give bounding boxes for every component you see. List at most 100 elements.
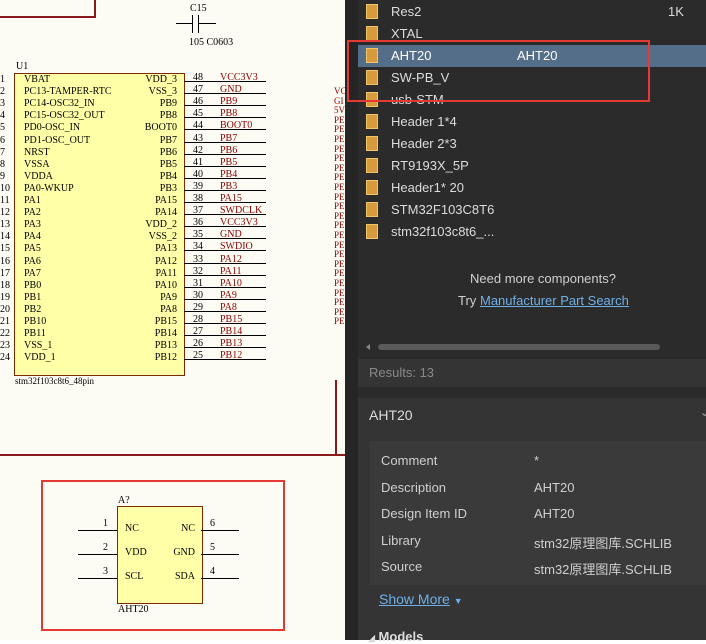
u1-pin-number: 48 [193,72,203,83]
u1-net-label: GND [220,229,242,241]
list-highlight-box [347,40,650,102]
component-list-item[interactable]: stm32f103c8t6_... [358,221,706,243]
u1-net-label: VCC3V3 [220,72,258,83]
u1-net-label: PB3 [220,180,238,192]
far-net-label: PE [334,297,345,308]
u1-pin-number: 25 [193,350,203,362]
u1-pin-number: 22 [0,328,10,340]
aht20-pin-label: GND [173,547,195,558]
u1-pin-label: VDD_1 [24,352,56,364]
aht20-name: AHT20 [118,604,149,615]
far-net-label: VC [334,86,345,96]
u1-net-label: PA11 [220,265,242,277]
u1-pin-label: PA10 [155,279,177,291]
aht20-pin-line [78,578,117,579]
caret-down-icon: ▼ [453,596,463,606]
u1-net-label: PB14 [220,326,243,338]
u1-pin-label: PA13 [155,243,177,255]
aht20-pin-label: SDA [174,571,195,582]
far-net-label: PE [334,316,345,327]
aht20-pin-number: 1 [103,518,108,529]
c15-ref: C15 [190,3,207,14]
component-name: STM32F103C8T6 [391,202,495,217]
u1-net-label: PA9 [220,289,237,301]
u1-pin-number: 43 [193,132,203,144]
u1-pin-number: 1 [0,74,5,85]
u1-pin-number: 17 [0,267,10,279]
aht20-pin-line [201,530,239,531]
aht20-pin-line [201,578,239,579]
details-title: AHT20 [369,407,413,423]
component-name: Header1* 20 [391,180,464,195]
detail-value: AHT20 [534,479,575,495]
u1-net-label: PB7 [220,132,238,144]
show-more-label: Show More [379,591,450,607]
library-component-icon [366,180,378,195]
u1-pin-label: PB2 [24,303,42,315]
u1-pin-label: NRST [24,146,50,158]
far-net-label: PE [334,230,345,240]
u1-pin-label: PA6 [24,255,41,267]
u1-pin-number: 28 [193,314,203,325]
far-net-label: PE [334,134,345,144]
far-net-label: PE [334,182,345,192]
component-list-item[interactable]: STM32F103C8T6 [358,199,706,221]
u1-pin-label: PD1-OSC_OUT [24,134,91,146]
show-more-link[interactable]: Show More ▼ [379,591,463,607]
component-comment: 1K [668,4,684,19]
aht20-pin-number: 6 [210,518,215,529]
manufacturer-part-search-link[interactable]: Manufacturer Part Search [480,293,629,308]
u1-net-label: PB15 [220,314,243,325]
far-net-label: PE [334,306,345,317]
component-list-item[interactable]: Header1* 20 [358,177,706,199]
u1-net-label: PA10 [220,277,242,289]
u1-pin-label: PD0-OSC_IN [24,122,81,134]
component-name: stm32f103c8t6_... [391,224,495,239]
u1-pin-label: PA4 [24,231,41,243]
u1-pin-number: 14 [0,231,10,243]
component-list-item[interactable]: Res2 1K [358,1,706,23]
far-net-label: PE [334,239,345,250]
library-component-icon [366,4,378,19]
details-collapse-icon[interactable]: ⌄ [700,406,706,419]
u1-pin-label: PC13-TAMPER-RTC [24,86,112,98]
u1-pin-label: VSS_1 [24,340,53,352]
scrollbar-thumb[interactable] [378,344,660,350]
u1-pin-number: 26 [193,338,203,350]
u1-pin-number: 44 [193,120,203,132]
list-horizontal-scrollbar[interactable] [358,340,706,354]
u1-pin-number: 24 [0,352,10,364]
u1-pin-label: VSS_3 [148,86,177,98]
u1-pin-label: PA3 [24,219,41,231]
component-list-item[interactable]: Header 2*3 [358,133,706,155]
far-net-label: PE [334,258,345,269]
aht20-pin-label: NC [125,523,139,534]
u1-pin-number: 34 [193,241,203,253]
u1-net-label: SWDCLK [220,205,263,217]
schematic-canvas[interactable]: C15 105 C0603 U1 1 VBAT 2 PC13-TAMPER-RTC 3 P… [0,0,345,640]
c15-symbol[interactable] [176,15,216,33]
need-more-text: Need more components? [470,271,616,286]
u1-net-label: BOOT0 [220,120,253,132]
u1-pin-label: PA5 [24,243,41,255]
aht20-pin-number: 2 [103,542,108,553]
far-net-label: PE [334,278,345,288]
u1-pin-number: 31 [193,277,203,289]
u1-pin-label: PB0 [24,279,42,291]
u1-pin-label: PB14 [154,328,177,340]
aht20-pin-line [78,530,117,531]
scroll-left-arrow-icon[interactable] [366,344,370,350]
component-list-item[interactable]: Header 1*4 [358,111,706,133]
u1-pin-label: PB5 [159,158,177,170]
far-net-label: PE [334,162,345,173]
component-list-item[interactable]: RT9193X_5P [358,155,706,177]
u1-net-label: VCC3V3 [220,217,258,229]
models-section[interactable]: ◢ Models [368,629,423,644]
c15-value: 105 C0603 [189,37,234,48]
u1-pin-number: 23 [0,340,10,352]
u1-pin-label: PA14 [155,207,177,219]
library-component-icon [366,158,378,173]
detail-key: Source [381,559,423,574]
library-component-icon [366,114,378,129]
aht20-pin-label: SCL [125,571,144,582]
